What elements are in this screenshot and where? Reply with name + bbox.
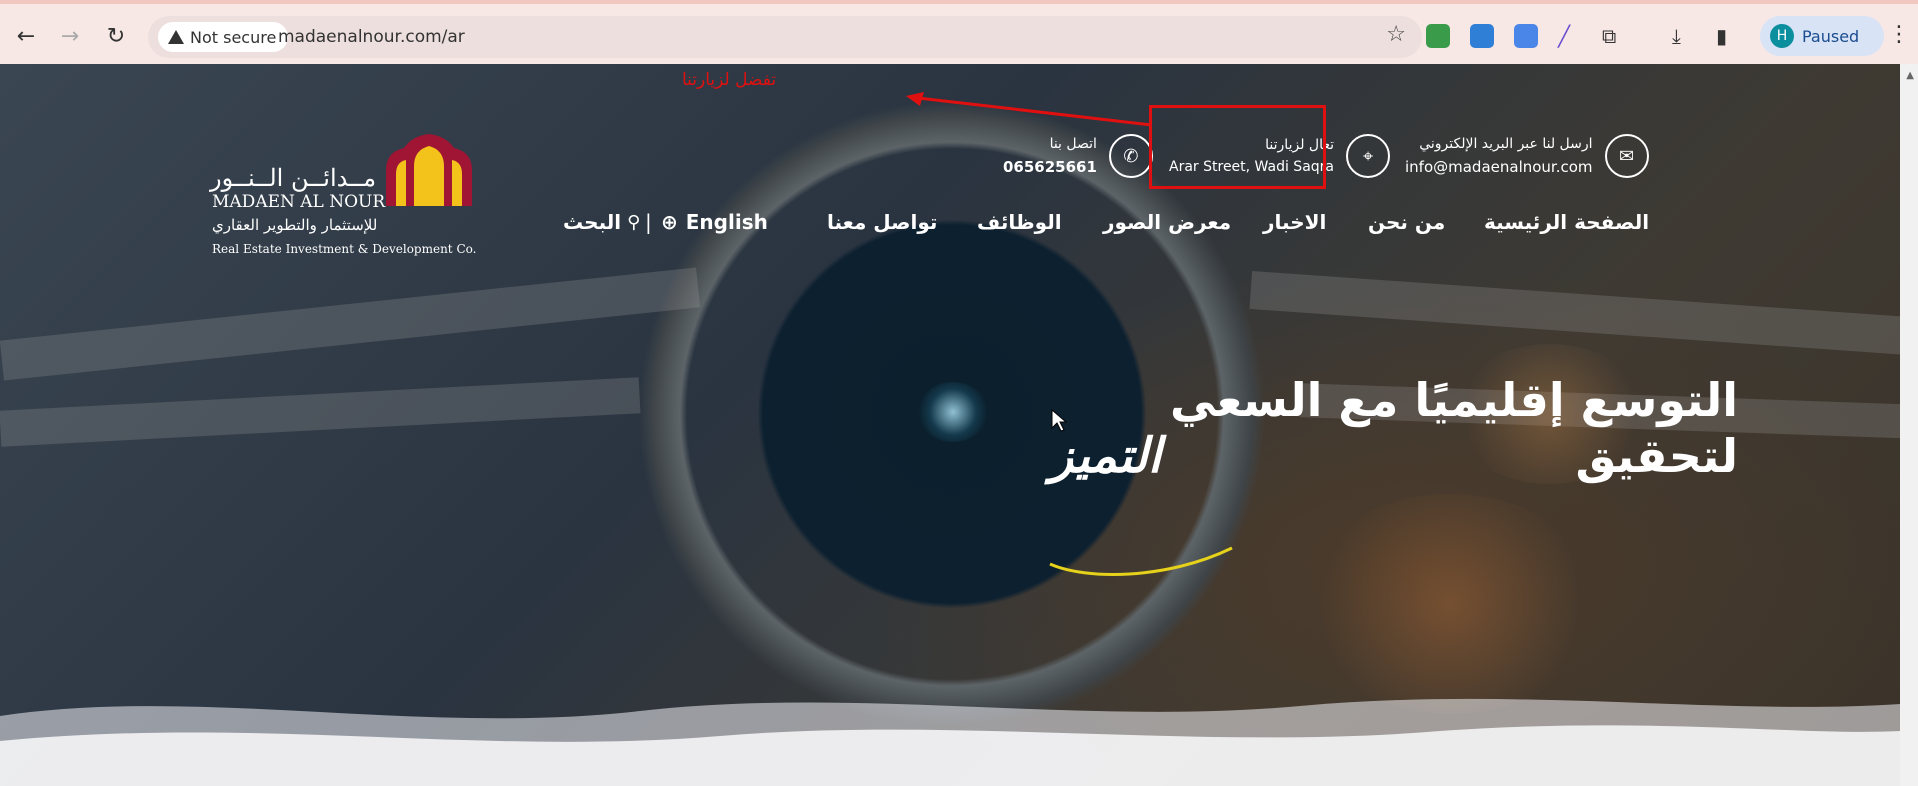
globe-icon: ⊕ bbox=[661, 210, 678, 234]
hero-underline bbox=[1049, 546, 1233, 576]
mail-icon: ✉ bbox=[1604, 134, 1649, 178]
search-icon: ⚲ bbox=[627, 211, 641, 233]
nav-gallery[interactable]: معرض الصور bbox=[1103, 210, 1231, 234]
security-chip[interactable]: Not secure bbox=[158, 22, 289, 52]
fountain-light bbox=[918, 382, 988, 442]
nav-about[interactable]: من نحن bbox=[1368, 210, 1445, 234]
language-label[interactable]: English bbox=[686, 210, 768, 234]
warning-icon bbox=[168, 30, 184, 44]
bookmark-star-icon[interactable]: ☆ bbox=[1386, 22, 1406, 47]
menu-dots-icon[interactable]: ⋮ bbox=[1888, 22, 1910, 47]
profile-button[interactable]: H Paused bbox=[1760, 16, 1884, 56]
search-button[interactable]: البحث ⚲ bbox=[563, 210, 640, 234]
logo-mark-icon bbox=[386, 134, 472, 206]
back-icon[interactable]: ← bbox=[8, 18, 44, 54]
email-contact[interactable]: ✉ ارسل لنا عبر البريد الإلكتروني info@ma… bbox=[1405, 134, 1649, 178]
logo-name-ar: مــدائــن الــنــور bbox=[210, 164, 377, 192]
bottom-wave bbox=[0, 698, 1900, 786]
annotation-highlight-box bbox=[1149, 105, 1326, 189]
annotation-arrow bbox=[906, 92, 1153, 127]
sidepanel-icon[interactable]: ▮ bbox=[1716, 24, 1740, 48]
background-road bbox=[0, 267, 701, 381]
call-value[interactable]: 065625661 bbox=[1003, 158, 1097, 176]
call-contact[interactable]: ✆ اتصل بنا 065625661 bbox=[1003, 134, 1153, 178]
logo-name-en: MADAEN AL NOUR bbox=[212, 192, 386, 212]
pen-extension-icon[interactable]: ╱ bbox=[1558, 24, 1582, 48]
nav-contact[interactable]: تواصل معنا bbox=[827, 210, 937, 234]
extension-icon[interactable] bbox=[1470, 24, 1494, 48]
scroll-up-icon[interactable]: ▲ bbox=[1906, 70, 1914, 81]
reload-icon[interactable]: ↻ bbox=[98, 18, 134, 54]
address-bar[interactable]: Not secure madaenalnour.com/ar ☆ bbox=[148, 16, 1422, 58]
extension-icon[interactable] bbox=[1514, 24, 1538, 48]
nav-separator: | bbox=[645, 210, 652, 234]
background-road bbox=[0, 377, 641, 447]
browser-toolbar: ← → ↻ Not secure madaenalnour.com/ar ☆ ╱… bbox=[0, 0, 1918, 64]
logo-tagline-en: Real Estate Investment & Development Co. bbox=[212, 242, 477, 256]
puzzle-icon[interactable]: ⧉ bbox=[1602, 24, 1626, 48]
search-label: البحث bbox=[563, 210, 622, 234]
hero-accent: التميز bbox=[1050, 428, 1162, 484]
map-icon: ⌖ bbox=[1346, 134, 1390, 178]
url-text[interactable]: madaenalnour.com/ar bbox=[278, 27, 465, 47]
security-label: Not secure bbox=[190, 27, 277, 47]
forward-icon[interactable]: → bbox=[52, 18, 88, 54]
nav-home[interactable]: الصفحة الرئيسية bbox=[1484, 210, 1649, 234]
vertical-scrollbar[interactable]: ▲ bbox=[1900, 64, 1918, 786]
mouse-cursor-icon bbox=[1051, 409, 1067, 432]
language-switch[interactable]: ⊕ English bbox=[661, 210, 768, 234]
download-icon[interactable]: ⤓ bbox=[1672, 24, 1696, 48]
logo-tagline-ar: للإستثمار والتطوير العقاري bbox=[212, 216, 378, 234]
nav-news[interactable]: الاخبار bbox=[1263, 210, 1326, 234]
nav-jobs[interactable]: الوظائف bbox=[977, 210, 1062, 234]
email-label: ارسل لنا عبر البريد الإلكتروني bbox=[1419, 136, 1593, 152]
profile-status: Paused bbox=[1802, 26, 1860, 46]
email-value[interactable]: info@madaenalnour.com bbox=[1405, 158, 1593, 176]
annotation-text: تفضل لزيارتنا bbox=[682, 70, 777, 90]
phone-icon: ✆ bbox=[1108, 134, 1153, 178]
background-road bbox=[1249, 271, 1911, 355]
avatar: H bbox=[1770, 24, 1794, 48]
extension-icon[interactable] bbox=[1426, 24, 1450, 48]
site-logo[interactable]: مــدائــن الــنــور MADAEN AL NOUR للإست… bbox=[210, 134, 480, 264]
